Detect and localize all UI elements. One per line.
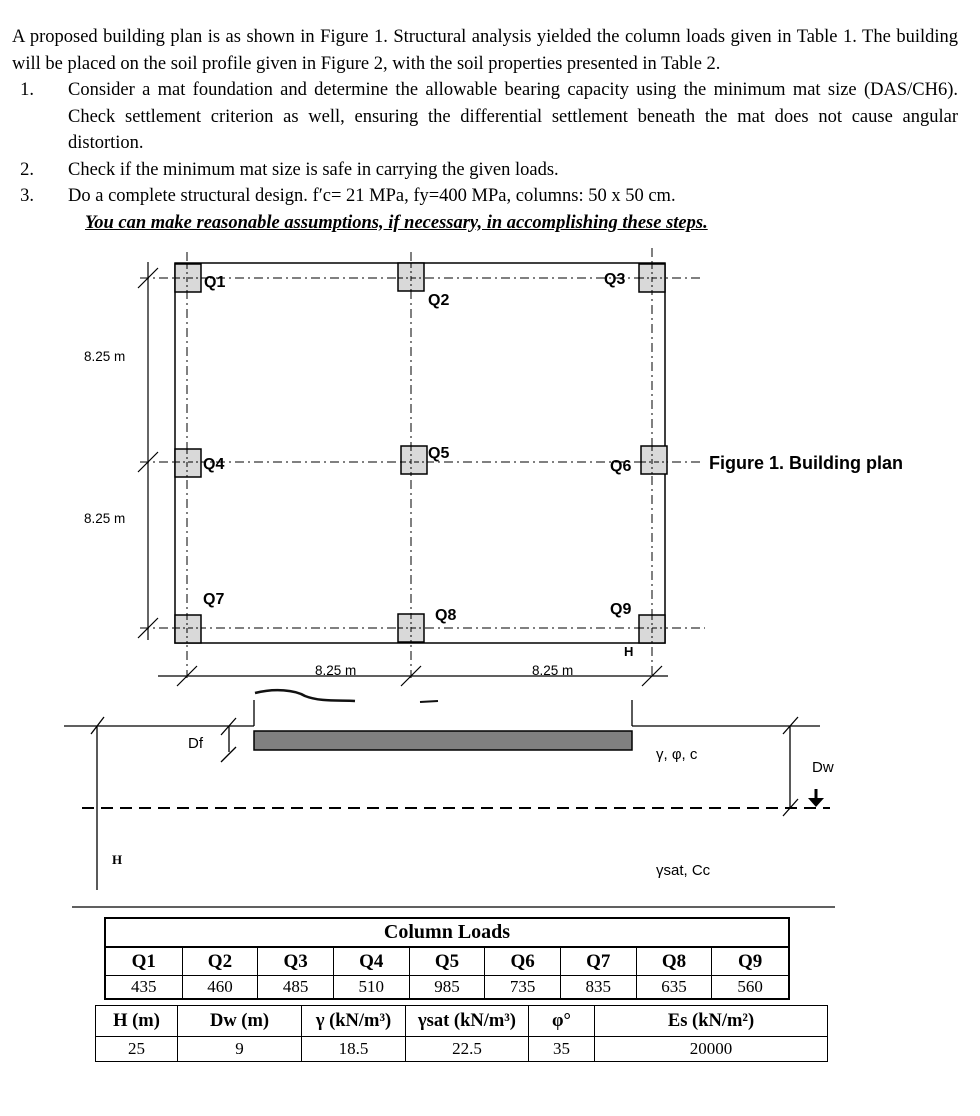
dim-vertical-2: 8.25 m	[84, 511, 125, 526]
table-header-row: Q1 Q2 Q3 Q4 Q5 Q6 Q7 Q8 Q9	[104, 946, 790, 976]
dim-horizontal-1: 8.25 m	[315, 663, 356, 678]
header-cell: Q5	[408, 946, 486, 976]
figure1-caption: Figure 1. Building plan	[709, 453, 903, 473]
value-cell: 485	[257, 975, 334, 1000]
column-q4	[174, 448, 202, 478]
table-row: 435 460 485 510 985 735 835 635 560	[104, 975, 790, 1000]
table-row: 25 9 18.5 22.5 35 20000	[95, 1036, 828, 1062]
value-cell: 435	[104, 975, 183, 1000]
value-cell: 560	[711, 975, 790, 1000]
header-cell: Q6	[484, 946, 561, 976]
column-label-q1: Q1	[204, 274, 225, 291]
header-cell: H (m)	[95, 1005, 178, 1037]
header-cell: Q4	[332, 946, 410, 976]
header-cell: Dw (m)	[177, 1005, 302, 1037]
header-cell: Es (kN/m²)	[594, 1005, 828, 1037]
building-plan-figure: Q1 Q2 Q3 Q4 Q5 Q6 Q7 Q8 Q9 H 8.25 m 8.25…	[84, 248, 903, 687]
header-cell: γ (kN/m³)	[301, 1005, 406, 1037]
value-cell: 20000	[594, 1036, 828, 1062]
water-table-icon	[808, 798, 824, 807]
column-label-q8: Q8	[435, 607, 456, 624]
column-q6	[640, 445, 668, 475]
header-cell: γsat (kN/m³)	[405, 1005, 529, 1037]
column-label-q5: Q5	[428, 445, 449, 462]
h-label: H	[112, 852, 122, 867]
dim-vertical-1: 8.25 m	[84, 349, 125, 364]
value-cell: 25	[95, 1036, 178, 1062]
df-label: Df	[188, 735, 204, 752]
header-cell: Q8	[635, 946, 713, 976]
upper-layer-props: γ, φ, c	[656, 746, 698, 763]
header-cell: Q7	[559, 946, 637, 976]
table-title: Column Loads	[104, 917, 790, 948]
column-label-q2: Q2	[428, 292, 449, 309]
dim-horizontal-2: 8.25 m	[532, 663, 573, 678]
soil-profile-figure: Df Dw H γ, φ, c γsat, Cc	[64, 688, 835, 908]
table-header-row: H (m) Dw (m) γ (kN/m³) γsat (kN/m³) φ° E…	[95, 1005, 828, 1037]
column-q7	[174, 614, 202, 644]
column-label-q4: Q4	[203, 456, 224, 473]
value-cell: 635	[635, 975, 713, 1000]
header-cell: φ°	[528, 1005, 595, 1037]
mat-foundation	[253, 730, 633, 751]
value-cell: 835	[559, 975, 637, 1000]
value-cell: 35	[528, 1036, 595, 1062]
header-cell: Q3	[257, 946, 334, 976]
column-label-q9: Q9	[610, 601, 631, 618]
column-label-q7: Q7	[203, 591, 224, 608]
scribble-artifact	[254, 688, 356, 703]
corner-label-h: H	[624, 644, 633, 659]
header-cell: Q2	[181, 946, 259, 976]
lower-layer-props: γsat, Cc	[656, 862, 711, 879]
column-label-q3: Q3	[604, 271, 625, 288]
value-cell: 735	[484, 975, 561, 1000]
value-cell: 22.5	[405, 1036, 529, 1062]
value-cell: 9	[177, 1036, 302, 1062]
column-loads-table: Column Loads Q1 Q2 Q3 Q4 Q5 Q6 Q7 Q8 Q9 …	[104, 917, 790, 1000]
header-cell: Q1	[104, 946, 183, 976]
value-cell: 510	[332, 975, 410, 1000]
value-cell: 18.5	[301, 1036, 406, 1062]
soil-properties-table: H (m) Dw (m) γ (kN/m³) γsat (kN/m³) φ° E…	[95, 1005, 828, 1062]
header-cell: Q9	[711, 946, 790, 976]
column-q5	[400, 445, 428, 475]
column-label-q6: Q6	[610, 458, 631, 475]
value-cell: 985	[408, 975, 486, 1000]
value-cell: 460	[181, 975, 259, 1000]
dw-label: Dw	[812, 759, 834, 776]
